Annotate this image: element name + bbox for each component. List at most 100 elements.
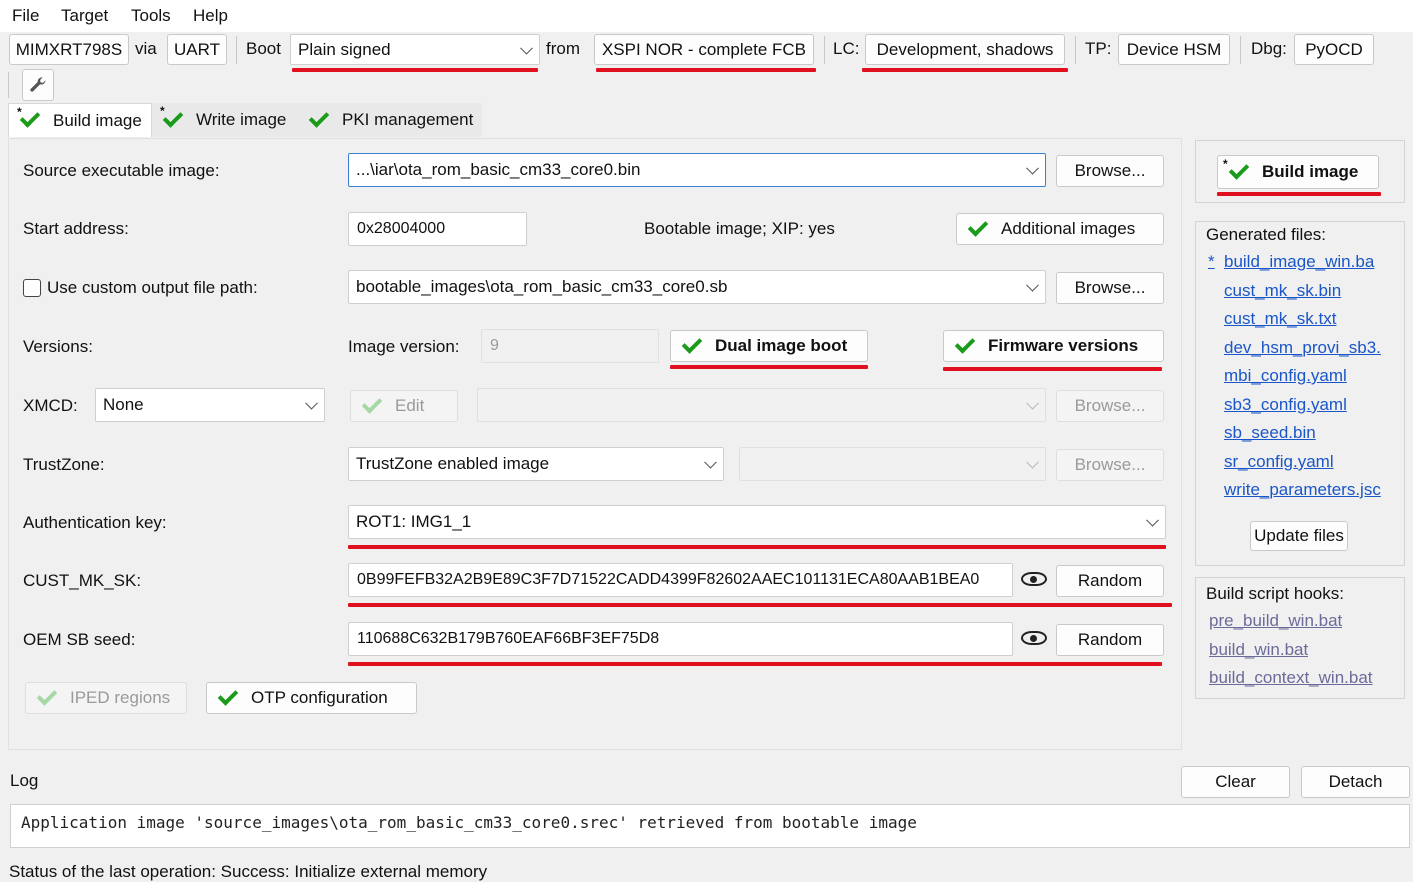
log-label: Log — [10, 771, 39, 790]
eye-icon[interactable] — [1021, 572, 1047, 586]
xmcd-browse-button[interactable]: Browse... — [1056, 390, 1164, 422]
boot-type-value: Plain signed — [298, 39, 391, 59]
versions-label: Versions: — [23, 337, 93, 356]
cust-mk-sk-input[interactable]: 0B99FEFB32A2B9E89C3F7D71522CADD4399F8260… — [348, 563, 1013, 597]
generated-file-link[interactable]: cust_mk_sk.bin — [1224, 281, 1394, 301]
check-icon — [1228, 158, 1250, 180]
source-image-select[interactable]: ...\iar\ota_rom_basic_cm33_core0.bin — [348, 153, 1046, 187]
tab-build-image[interactable]: * Build image — [8, 103, 152, 137]
start-address-label: Start address: — [23, 219, 129, 238]
boot-memory-button[interactable]: XSPI NOR - complete FCB — [594, 34, 814, 65]
build-image-button[interactable]: * Build image — [1217, 155, 1379, 189]
source-browse-button[interactable]: Browse... — [1056, 155, 1164, 187]
trustzone-browse-button[interactable]: Browse... — [1056, 449, 1164, 481]
generated-file-link[interactable]: sb3_config.yaml — [1224, 395, 1394, 415]
custom-output-checkbox[interactable] — [23, 279, 41, 297]
generated-file-link[interactable]: sb_seed.bin — [1224, 423, 1394, 443]
trustzone-select[interactable]: TrustZone enabled image — [348, 447, 724, 481]
output-path-select[interactable]: bootable_images\ota_rom_basic_cm33_core0… — [348, 270, 1046, 304]
build-image-button-label: Build image — [1262, 162, 1359, 181]
build-hooks-label: Build script hooks: — [1206, 584, 1344, 603]
auth-key-select[interactable]: ROT1: IMG1_1 — [348, 505, 1166, 539]
auth-key-value: ROT1: IMG1_1 — [356, 512, 472, 531]
check-icon — [954, 332, 976, 354]
menu-target[interactable]: Target — [61, 6, 108, 26]
chevron-down-icon — [704, 455, 717, 469]
generated-file-link[interactable]: build_image_win.ba — [1224, 252, 1394, 272]
source-image-label: Source executable image: — [23, 161, 220, 180]
menu-file[interactable]: File — [12, 6, 39, 26]
lc-label: LC: — [833, 39, 860, 58]
highlight-underline — [348, 545, 1166, 549]
menu-tools[interactable]: Tools — [131, 6, 171, 26]
chevron-down-icon — [1146, 513, 1159, 527]
highlight-underline — [292, 68, 538, 72]
otp-configuration-button[interactable]: OTP configuration — [206, 682, 417, 714]
cust-mk-sk-label: CUST_MK_SK: — [23, 571, 142, 590]
from-label: from — [546, 39, 580, 58]
check-icon — [19, 107, 41, 128]
generated-file-link[interactable]: write_parameters.jsc — [1224, 480, 1394, 500]
update-files-button[interactable]: Update files — [1250, 521, 1348, 551]
device-button[interactable]: MIMXRT798S — [9, 34, 129, 65]
generated-file-link[interactable]: dev_hsm_provi_sb3. — [1224, 338, 1394, 358]
xmcd-value: None — [103, 395, 144, 414]
chevron-down-icon — [1026, 396, 1039, 410]
otp-configuration-label: OTP configuration — [251, 688, 388, 707]
additional-images-button[interactable]: Additional images — [956, 213, 1164, 245]
tab-write-image[interactable]: * Write image — [152, 103, 298, 137]
trust-provisioning-button[interactable]: Device HSM — [1118, 34, 1230, 65]
log-output[interactable]: Application image 'source_images\ota_rom… — [10, 804, 1410, 848]
lifecycle-button[interactable]: Development, shadows — [865, 34, 1065, 65]
boot-type-select[interactable]: Plain signed — [290, 34, 540, 65]
iped-regions-button[interactable]: IPED regions — [25, 682, 187, 714]
hook-file-link[interactable]: pre_build_win.bat — [1209, 611, 1342, 631]
wrench-icon — [30, 77, 46, 92]
auth-key-label: Authentication key: — [23, 513, 167, 532]
log-detach-button[interactable]: Detach — [1301, 766, 1410, 798]
chevron-down-icon — [1026, 161, 1039, 175]
tab-write-image-label: Write image — [196, 110, 287, 129]
connection-button[interactable]: UART — [167, 34, 227, 65]
oem-sb-seed-input[interactable]: 110688C632B179B760EAF66BF3EF75D8 — [348, 622, 1013, 656]
dual-image-boot-button[interactable]: Dual image boot — [670, 330, 868, 362]
xmcd-label: XMCD: — [23, 396, 78, 415]
hook-file-link[interactable]: build_win.bat — [1209, 640, 1308, 660]
tab-pki-management[interactable]: PKI management — [298, 103, 482, 137]
generated-file-link[interactable]: mbi_config.yaml — [1224, 366, 1394, 386]
additional-images-label: Additional images — [1001, 219, 1136, 238]
generated-files-group — [1195, 221, 1405, 566]
highlight-underline — [862, 68, 1068, 72]
iped-regions-label: IPED regions — [70, 688, 171, 707]
output-path-value: bootable_images\ota_rom_basic_cm33_core0… — [356, 277, 728, 296]
log-clear-button[interactable]: Clear — [1181, 766, 1290, 798]
check-icon — [217, 684, 239, 706]
hook-file-link[interactable]: build_context_win.bat — [1209, 668, 1373, 688]
dbg-label: Dbg: — [1251, 39, 1287, 58]
wrench-button[interactable] — [22, 69, 54, 101]
highlight-underline — [348, 603, 1172, 607]
image-version-input[interactable]: 9 — [481, 329, 659, 363]
cust-mk-sk-random-button[interactable]: Random — [1056, 565, 1164, 597]
start-address-input[interactable]: 0x28004000 — [348, 212, 527, 246]
check-icon — [308, 106, 330, 128]
generated-file-link[interactable]: sr_config.yaml — [1224, 452, 1394, 472]
boot-label: Boot — [246, 39, 281, 58]
check-icon — [162, 106, 184, 128]
output-browse-button[interactable]: Browse... — [1056, 272, 1164, 304]
check-icon — [967, 215, 989, 237]
xmcd-file-select[interactable] — [477, 388, 1046, 422]
oem-sb-seed-random-button[interactable]: Random — [1056, 624, 1164, 656]
xmcd-edit-button[interactable]: Edit — [350, 390, 458, 422]
toolbar-separator — [1075, 36, 1076, 64]
trustzone-label: TrustZone: — [23, 455, 105, 474]
generated-file-link[interactable]: cust_mk_sk.txt — [1224, 309, 1394, 329]
firmware-versions-button[interactable]: Firmware versions — [943, 330, 1164, 362]
debug-probe-button[interactable]: PyOCD — [1294, 34, 1374, 65]
eye-icon[interactable] — [1021, 631, 1047, 645]
oem-sb-seed-label: OEM SB seed: — [23, 630, 136, 649]
trustzone-file-select[interactable] — [739, 447, 1046, 481]
menu-help[interactable]: Help — [193, 6, 228, 26]
xmcd-select[interactable]: None — [95, 388, 325, 422]
tp-label: TP: — [1085, 39, 1112, 58]
